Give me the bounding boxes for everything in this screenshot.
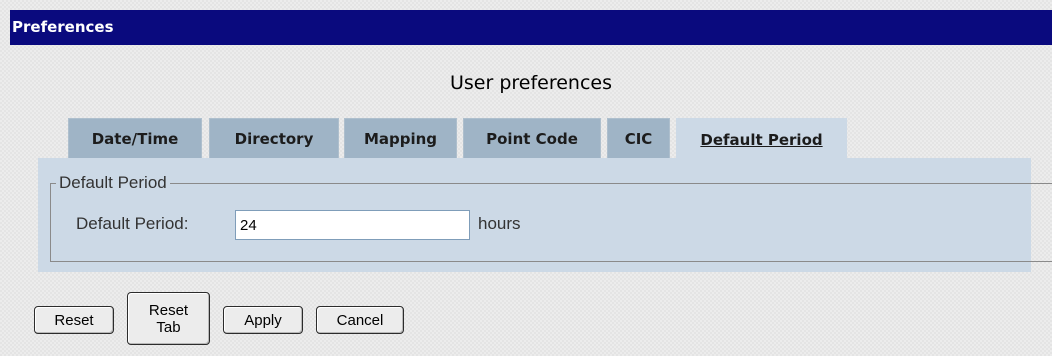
reset-tab-button[interactable]: Reset Tab [127,292,210,345]
tab-cic[interactable]: CIC [607,118,670,158]
hours-unit-label: hours [478,214,521,233]
apply-button[interactable]: Apply [223,306,303,334]
tab-point-code[interactable]: Point Code [463,118,601,158]
fieldset-legend: Default Period [56,173,170,193]
window-title: Preferences [10,10,1052,45]
tab-date-time[interactable]: Date/Time [68,118,202,158]
default-period-label: Default Period: [76,214,189,233]
default-period-fieldset [50,183,1052,262]
reset-button[interactable]: Reset [34,306,114,334]
tab-mapping[interactable]: Mapping [344,118,457,158]
default-period-input[interactable] [235,210,470,240]
cancel-button[interactable]: Cancel [316,306,404,334]
tab-default-period[interactable]: Default Period [676,118,847,160]
page-title: User preferences [449,72,613,94]
tab-directory[interactable]: Directory [209,118,339,158]
